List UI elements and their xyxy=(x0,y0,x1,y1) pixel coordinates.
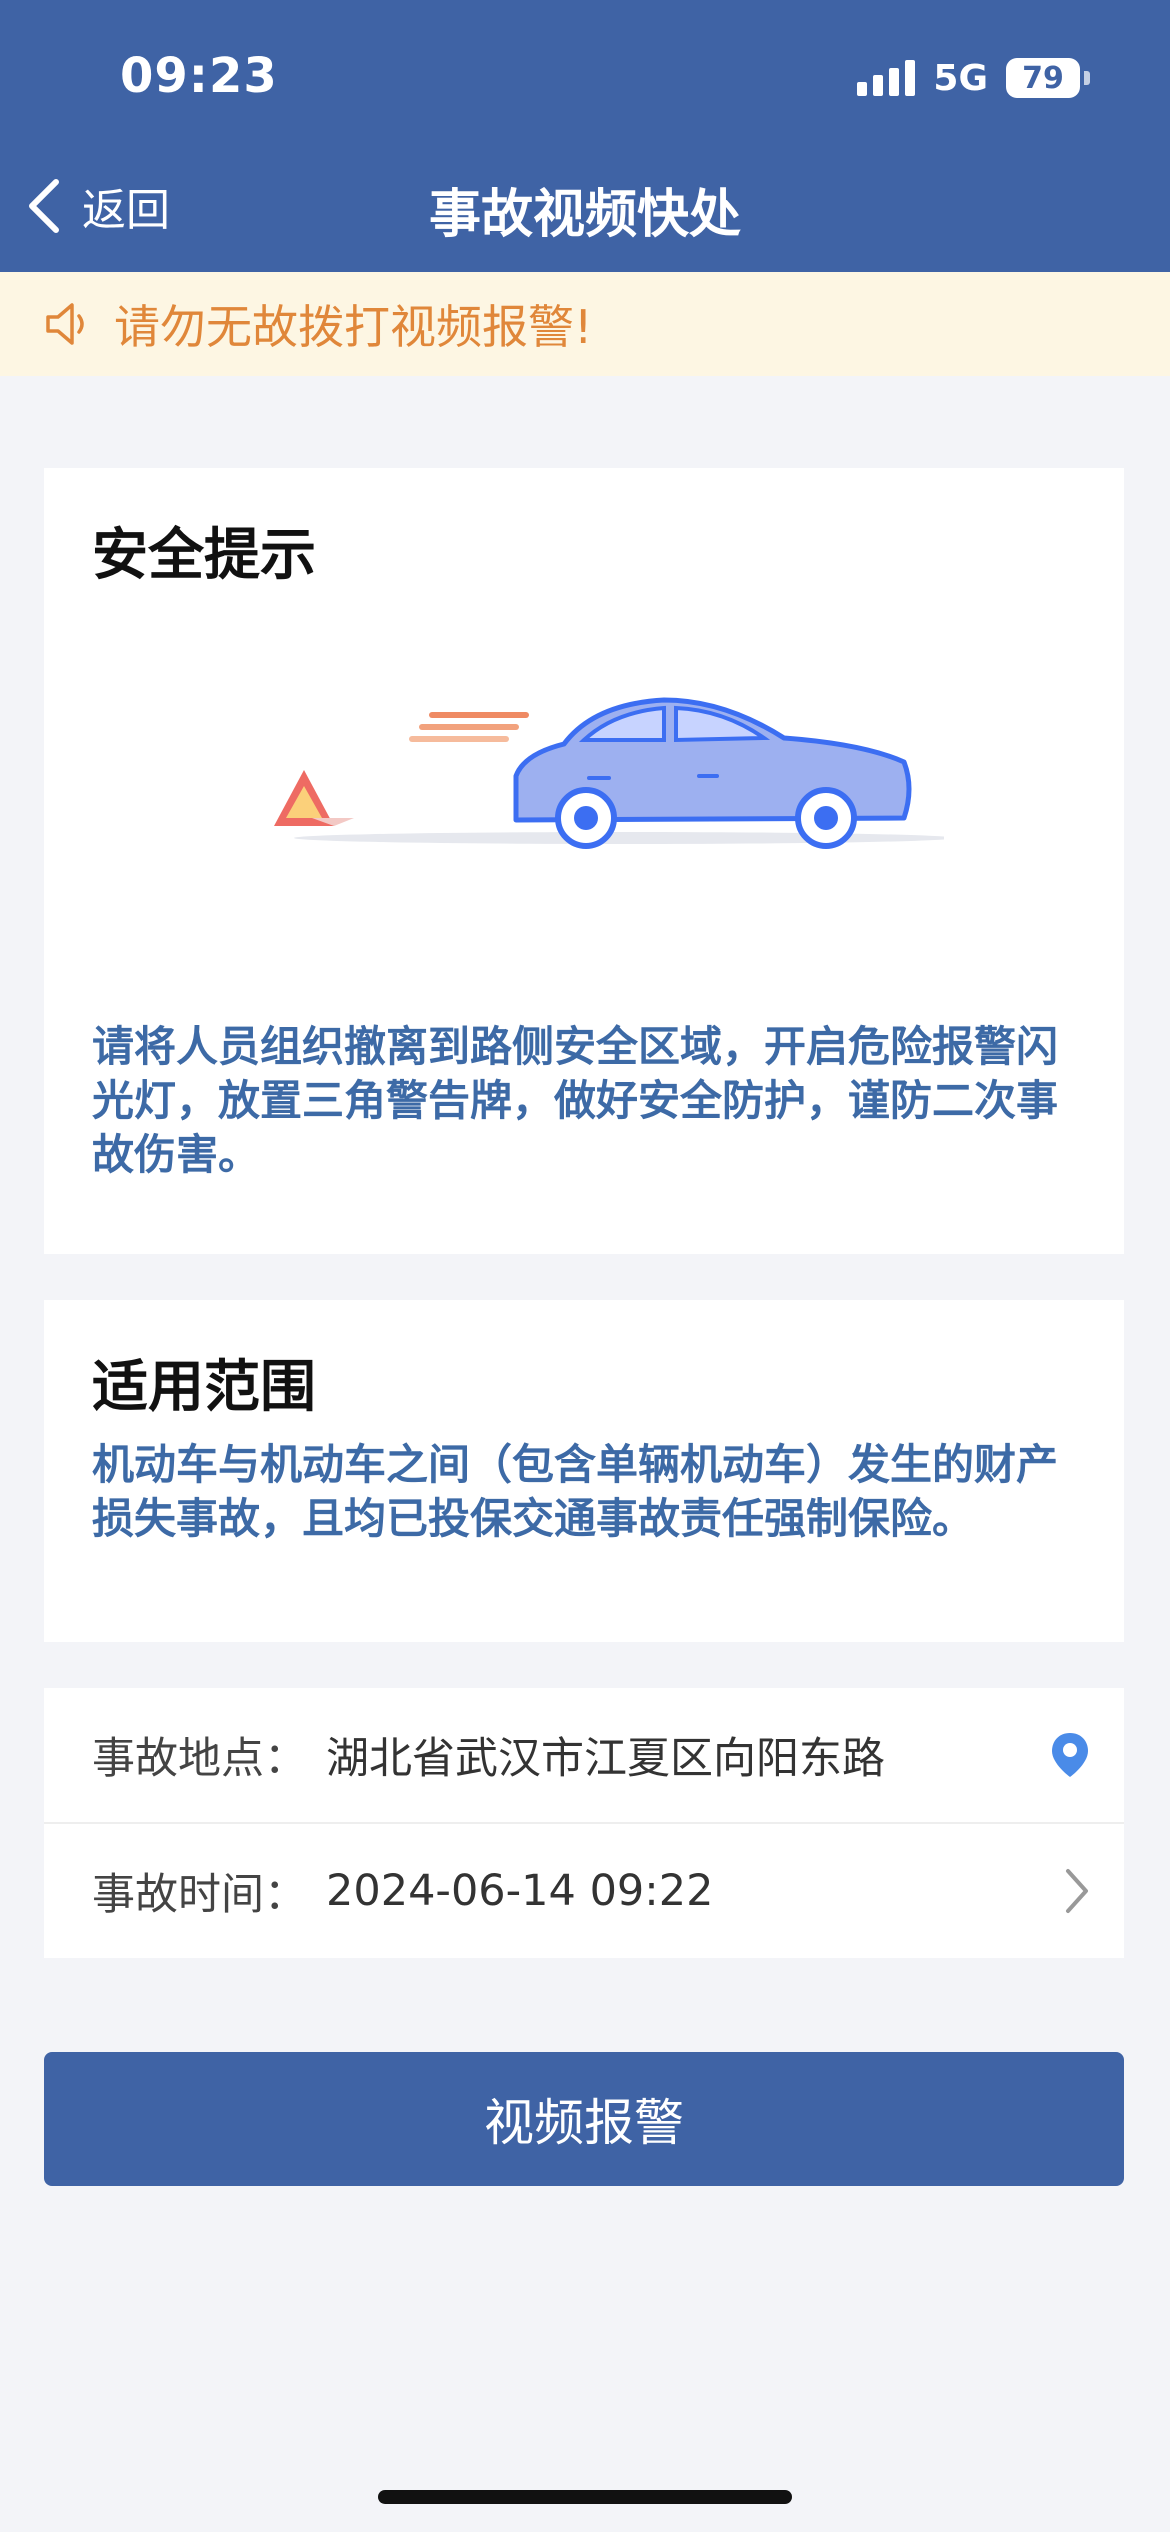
accident-time-row[interactable]: 事故时间： 2024-06-14 09:22 xyxy=(44,1824,1124,1958)
car-icon xyxy=(513,697,912,849)
app-header: 09:23 5G 79 返回 事故视频快处 xyxy=(0,0,1170,272)
scope-title: 适用范围 xyxy=(92,1355,316,1420)
signal-icon xyxy=(857,60,916,96)
status-time: 09:23 xyxy=(120,48,278,104)
video-report-button[interactable]: 视频报警 xyxy=(44,2052,1124,2186)
chevron-right-icon xyxy=(1066,1869,1088,1913)
location-pin-icon[interactable] xyxy=(1050,1731,1090,1779)
accident-location-row[interactable]: 事故地点： 湖北省武汉市江夏区向阳东路 xyxy=(44,1688,1124,1822)
safety-tips-card: 安全提示 请将人员组织撤离到路侧安全区域，开启危险报警闪光灯，放置三角警告牌，做… xyxy=(44,468,1124,1254)
location-label: 事故地点： xyxy=(92,1734,307,1784)
speaker-icon xyxy=(46,303,84,345)
safety-tips-title: 安全提示 xyxy=(92,523,316,588)
scope-text: 机动车与机动车之间（包含单辆机动车）发生的财产损失事故，且均已投保交通事故责任强… xyxy=(92,1440,1059,1543)
scope-card: 适用范围 机动车与机动车之间（包含单辆机动车）发生的财产损失事故，且均已投保交通… xyxy=(44,1300,1124,1642)
network-type: 5G xyxy=(933,57,988,99)
warning-notice: 请勿无故拨打视频报警! xyxy=(0,272,1170,376)
battery-level: 79 xyxy=(1006,58,1080,98)
battery-icon: 79 xyxy=(1006,58,1090,98)
car-triangle-illustration xyxy=(274,697,944,849)
time-label: 事故时间： xyxy=(92,1870,307,1920)
safety-tips-text: 请将人员组织撤离到路侧安全区域，开启危险报警闪光灯，放置三角警告牌，做好安全防护… xyxy=(92,1022,1059,1179)
time-value: 2024-06-14 09:22 xyxy=(326,1866,714,1916)
page-title: 事故视频快处 xyxy=(428,185,741,245)
notice-text: 请勿无故拨打视频报警! xyxy=(114,300,593,354)
status-indicators: 5G 79 xyxy=(857,56,1090,100)
warning-triangle-icon xyxy=(274,770,354,826)
location-value: 湖北省武汉市江夏区向阳东路 xyxy=(326,1734,885,1784)
home-indicator xyxy=(378,2490,792,2504)
